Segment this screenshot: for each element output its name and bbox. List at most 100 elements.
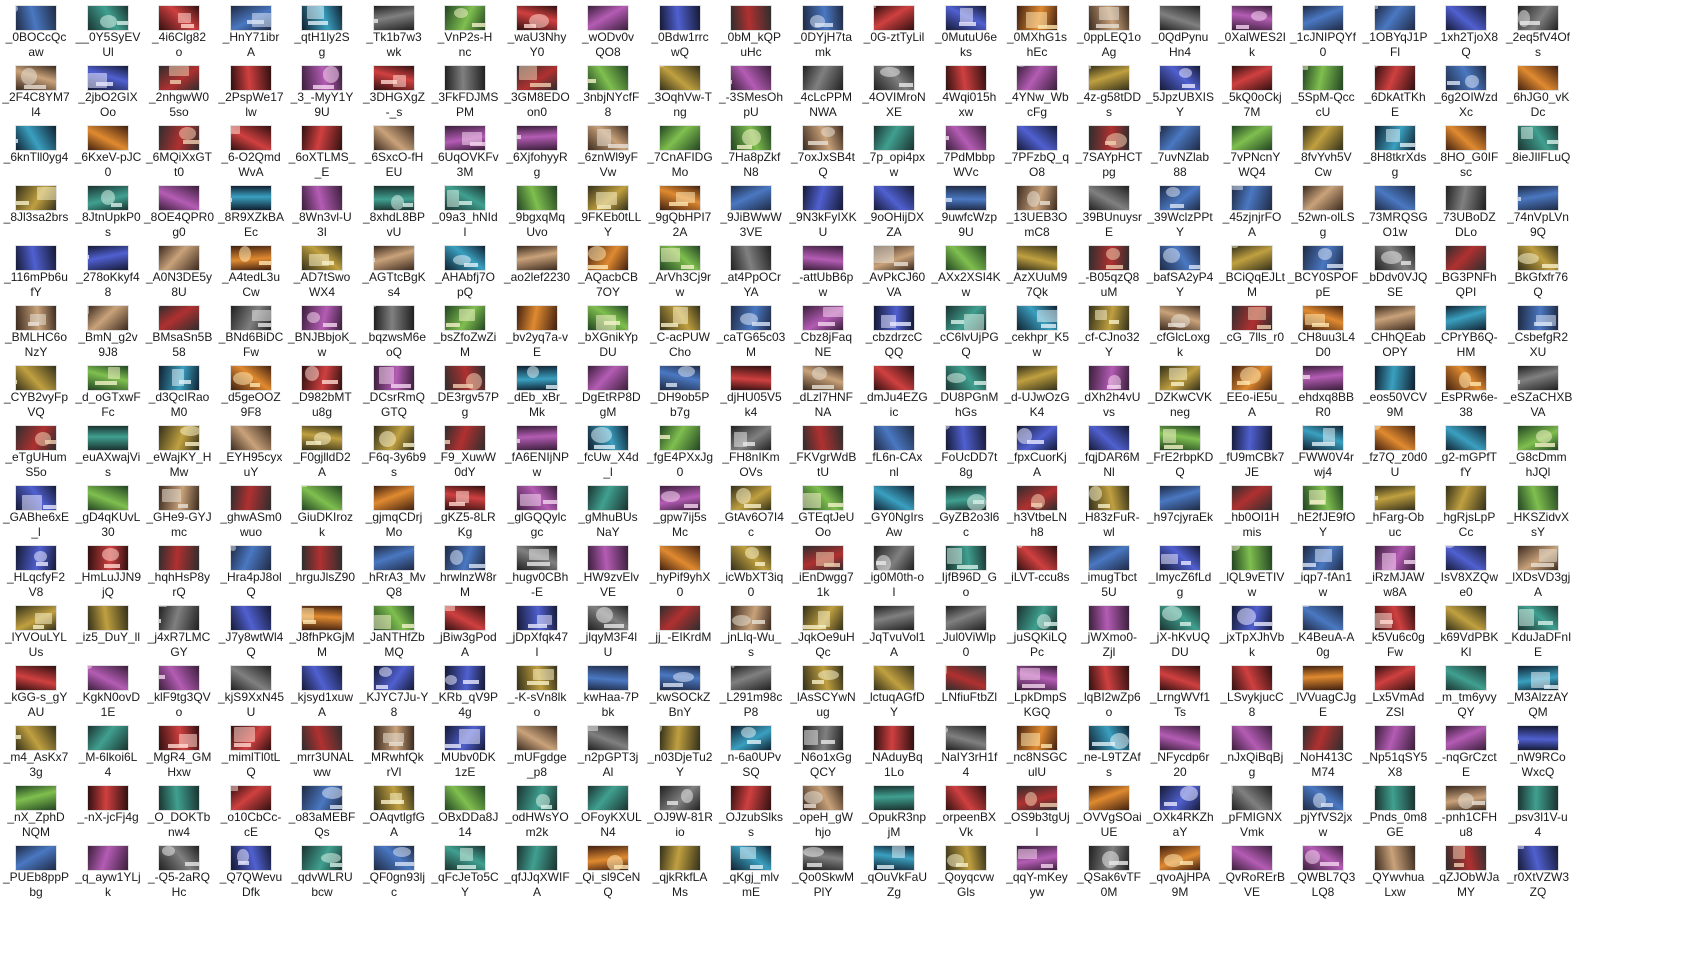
file-item[interactable]: _74nVpLVn 9Q bbox=[1502, 186, 1574, 248]
file-item[interactable]: _6g2OIWzd Xc bbox=[1430, 66, 1502, 128]
file-item[interactable]: _NFycdp6r 20 bbox=[1144, 726, 1216, 788]
file-item[interactable]: _hFarg-Ob uc bbox=[1359, 486, 1431, 548]
file-item[interactable]: _9JiBWwW 3VE bbox=[715, 186, 787, 248]
file-item[interactable]: _BNJBbjoK_ w bbox=[286, 306, 358, 368]
file-item[interactable]: _AHAbfj7O pQ bbox=[429, 246, 501, 308]
file-item[interactable]: _cf-CJno32 Y bbox=[1073, 306, 1145, 368]
file-item[interactable]: _0bM_kQP uHc bbox=[715, 6, 787, 68]
file-item[interactable]: _KgkN0ovD 1E bbox=[72, 666, 144, 728]
file-item[interactable]: _lXDsVD3gj A bbox=[1502, 546, 1574, 608]
file-item[interactable]: _hugv0CBh -E bbox=[501, 546, 573, 608]
file-item[interactable]: _hE2fJE9fO Y bbox=[1287, 486, 1359, 548]
file-item[interactable]: _wODv0v QO8 bbox=[572, 6, 644, 68]
file-item[interactable]: _OpukR3np jM bbox=[858, 786, 930, 848]
file-item[interactable]: _AvPkCJ60 VA bbox=[858, 246, 930, 308]
file-item[interactable]: _FoUcDD7t 8g bbox=[930, 426, 1002, 488]
file-item[interactable]: _52wn-olLS g bbox=[1287, 186, 1359, 248]
file-item[interactable]: _-K-sVn8lk o bbox=[501, 666, 573, 728]
file-item[interactable]: _8Wn3vl-U 3I bbox=[286, 186, 358, 248]
file-item[interactable]: _BCiQqEJLt M bbox=[1216, 246, 1288, 308]
file-item[interactable]: _BmN_g2v 9J8 bbox=[72, 306, 144, 368]
file-item[interactable]: _dmJu4EZG ic bbox=[858, 366, 930, 428]
file-item[interactable]: _EYH95cyx uY bbox=[215, 426, 287, 488]
file-item[interactable]: _fA6ENIjNP w bbox=[501, 426, 573, 488]
file-item[interactable]: _gjmqCDrj Mo bbox=[358, 486, 430, 548]
file-item[interactable]: _klF9tg3QV o bbox=[143, 666, 215, 728]
file-item[interactable]: _C-acPUW Cho bbox=[644, 306, 716, 368]
file-item[interactable]: _0G-ztTyLil bbox=[858, 6, 930, 68]
file-item[interactable]: _cG_7lls_r0 bbox=[1216, 306, 1288, 368]
file-item[interactable]: _-B05qzQ8 uM bbox=[1073, 246, 1145, 308]
file-item[interactable]: _2jbO2GIX Oo bbox=[72, 66, 144, 128]
file-item[interactable]: _cekhpr_K5 w bbox=[1001, 306, 1073, 368]
file-item[interactable]: _6oXTLMS_ _E bbox=[286, 126, 358, 188]
file-item[interactable]: _jDpXfqk47 l bbox=[501, 606, 573, 668]
file-item[interactable]: _LSvykjucC 8 bbox=[1216, 666, 1288, 728]
file-item[interactable]: _nJxQiBqBj g bbox=[1216, 726, 1288, 788]
file-item[interactable]: _lqBI2wZp6 o bbox=[1073, 666, 1145, 728]
file-item[interactable]: _3_-MyY1Y 9U bbox=[286, 66, 358, 128]
file-item[interactable]: _QYwvhua Lxw bbox=[1359, 846, 1431, 908]
file-item[interactable]: _GyZB2o3l6 c bbox=[930, 486, 1002, 548]
file-item[interactable]: _8fvYvh5V Cw bbox=[1287, 126, 1359, 188]
file-item[interactable]: _5kQ0oCkj 7M bbox=[1216, 66, 1288, 128]
file-item[interactable]: _M3AlzzAY QM bbox=[1502, 666, 1574, 728]
file-item[interactable]: _45zjnjrFO A bbox=[1216, 186, 1288, 248]
file-item[interactable]: _1OBYqJ1P Fl bbox=[1359, 6, 1431, 68]
file-item[interactable]: _DU8PGnM hGs bbox=[930, 366, 1002, 428]
file-item[interactable]: _8Jl3sa2brs bbox=[0, 186, 72, 248]
file-item[interactable]: _OS9b3tgUj l bbox=[1001, 786, 1073, 848]
file-item[interactable]: _kjsyd1xuw A bbox=[286, 666, 358, 728]
file-item[interactable]: _O_DOKTb nw4 bbox=[143, 786, 215, 848]
file-item[interactable]: _7PFzbQ_q O8 bbox=[1001, 126, 1073, 188]
file-item[interactable]: _39WclzPPt Y bbox=[1144, 186, 1216, 248]
file-item[interactable]: _icWbXT3iq 0 bbox=[715, 546, 787, 608]
file-item[interactable]: _bv2yq7a-v E bbox=[501, 306, 573, 368]
file-item[interactable]: _iEnDwgg7 1k bbox=[787, 546, 859, 608]
file-item[interactable]: _q_ayw1YLj k bbox=[72, 846, 144, 908]
file-item[interactable]: _Qi_sl9CeN Q bbox=[572, 846, 644, 908]
file-item[interactable]: _hRrA3_Mv Q8 bbox=[358, 546, 430, 608]
file-item[interactable]: _9oOHijDX ZA bbox=[858, 186, 930, 248]
file-item[interactable]: _73MRQSG O1w bbox=[1359, 186, 1431, 248]
file-item[interactable]: _MUbv0DK 1zE bbox=[429, 726, 501, 788]
file-item[interactable]: _8JtnUpkP0 s bbox=[72, 186, 144, 248]
file-item[interactable]: _5SpM-Qcc cU bbox=[1287, 66, 1359, 128]
file-item[interactable]: _6XjfohyyR g bbox=[501, 126, 573, 188]
file-item[interactable]: _7oxJxSB4t Q bbox=[787, 126, 859, 188]
file-item[interactable]: _BCY0SPOF pE bbox=[1287, 246, 1359, 308]
file-item[interactable]: _qfJJqXWIF A bbox=[501, 846, 573, 908]
file-item[interactable]: _nc8NSGC ulU bbox=[1001, 726, 1073, 788]
file-item[interactable]: _eos50VCV 9M bbox=[1359, 366, 1431, 428]
file-item[interactable]: _Qoyqcvw Gls bbox=[930, 846, 1002, 908]
file-item[interactable]: _-nX-jcFj4g bbox=[72, 786, 144, 848]
file-item[interactable]: _qZJObWJa MY bbox=[1430, 846, 1502, 908]
file-item[interactable]: _8H8tkrXds g bbox=[1359, 126, 1431, 188]
file-item[interactable]: _eTgUHum S5o bbox=[0, 426, 72, 488]
file-item[interactable]: _GABhe6xE _l bbox=[0, 486, 72, 548]
file-item[interactable]: _qvoAjHPA 9M bbox=[1144, 846, 1216, 908]
file-item[interactable]: _CsbefgR2 XU bbox=[1502, 306, 1574, 368]
file-item[interactable]: _9FKEb0tLL Y bbox=[572, 186, 644, 248]
file-item[interactable]: _3nbjNYcfF 8 bbox=[572, 66, 644, 128]
file-item[interactable]: _bXGnikYp DU bbox=[572, 306, 644, 368]
file-item[interactable]: _9gQbHPI7 2A bbox=[644, 186, 716, 248]
file-item[interactable]: _A0N3DE5y 8U bbox=[143, 246, 215, 308]
file-item[interactable]: _7SAYpHCT pg bbox=[1073, 126, 1145, 188]
file-item[interactable]: _6SxcO-fH EU bbox=[358, 126, 430, 188]
file-item[interactable]: _AGTtcBgK s4 bbox=[358, 246, 430, 308]
file-item[interactable]: _FrE2rbpKD Q bbox=[1144, 426, 1216, 488]
file-item[interactable]: _waU3Nhy Y0 bbox=[501, 6, 573, 68]
file-item[interactable]: _dEb_xBr_ Mk bbox=[501, 366, 573, 428]
file-item[interactable]: _-nqGrCzct E bbox=[1430, 726, 1502, 788]
file-item[interactable]: _dLzl7HNF NA bbox=[787, 366, 859, 428]
file-item[interactable]: _0QdPynu Hn4 bbox=[1144, 6, 1216, 68]
file-item[interactable]: _kjS9XxN45 U bbox=[215, 666, 287, 728]
file-item[interactable]: _0DYjH7ta mk bbox=[787, 6, 859, 68]
file-item[interactable]: _lVVuagCJg E bbox=[1287, 666, 1359, 728]
file-item[interactable]: _gMhuBUs NaY bbox=[572, 486, 644, 548]
file-item[interactable]: _09a3_hNId l bbox=[429, 186, 501, 248]
file-item[interactable]: _djHU05V5 k4 bbox=[715, 366, 787, 428]
file-item[interactable]: _hyPif9yhX 0 bbox=[644, 546, 716, 608]
file-item[interactable]: _6MQiXxGT t0 bbox=[143, 126, 215, 188]
